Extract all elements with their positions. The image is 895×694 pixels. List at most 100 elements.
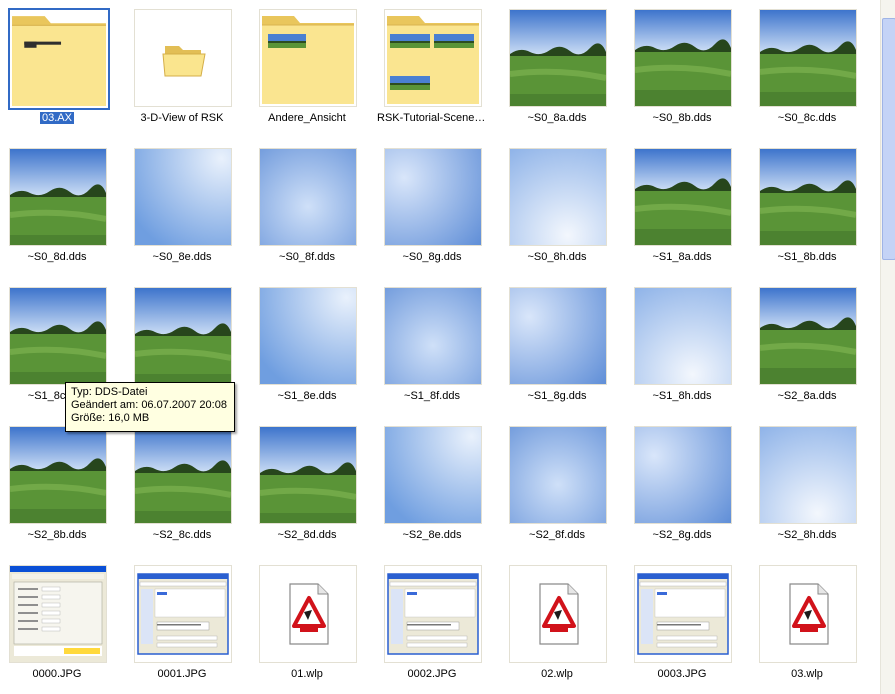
file-item[interactable]: ~S2_8h.dds: [752, 423, 862, 553]
file-item[interactable]: ~S0_8c.dds: [752, 6, 862, 136]
file-name-text: 0000.JPG: [32, 668, 82, 680]
wlp-file-icon: [759, 565, 857, 663]
image-thumbnail: [9, 148, 107, 246]
image-thumbnail: [509, 287, 607, 385]
image-thumbnail: [634, 287, 732, 385]
file-name-text: 03.wlp: [791, 668, 823, 680]
file-name-label: ~S2_8a.dds: [752, 390, 862, 403]
file-name-text: 02.wlp: [541, 668, 573, 680]
file-item[interactable]: ~S0_8f.dds: [252, 145, 362, 275]
file-view[interactable]: 03.AX 3-D-View of RSK Andere_Ansicht RSK…: [0, 0, 880, 694]
file-name-label: Andere_Ansicht: [252, 112, 362, 125]
image-thumbnail: [509, 148, 607, 246]
file-name-text: 0002.JPG: [407, 668, 457, 680]
file-item[interactable]: ~S2_8d.dds: [252, 423, 362, 553]
file-name-label: 03.wlp: [752, 668, 862, 681]
image-thumbnail: [634, 426, 732, 524]
file-name-text: ~S2_8d.dds: [277, 529, 337, 541]
file-item[interactable]: ~S1_8b.dds: [752, 145, 862, 275]
image-thumbnail: [259, 287, 357, 385]
file-item[interactable]: ~S2_8b.dds: [2, 423, 112, 553]
file-name-label: 02.wlp: [502, 668, 612, 681]
file-name-text: 03.AX: [40, 112, 74, 124]
file-item[interactable]: ~S1_8f.dds: [377, 284, 487, 414]
file-name-text: 0001.JPG: [157, 668, 207, 680]
file-item[interactable]: ~S0_8d.dds: [2, 145, 112, 275]
file-name-label: ~S1_8e.dds: [252, 390, 362, 403]
file-name-label: ~S1_8g.dds: [502, 390, 612, 403]
file-item[interactable]: 0001.JPG: [127, 562, 237, 692]
file-name-label: 01.wlp: [252, 668, 362, 681]
file-item[interactable]: 03.AX: [2, 6, 112, 136]
file-name-text: ~S1_8f.dds: [404, 390, 460, 402]
folder-icon: [259, 9, 357, 107]
vertical-scrollbar[interactable]: [880, 0, 895, 694]
file-item[interactable]: Andere_Ansicht: [252, 6, 362, 136]
file-item[interactable]: 0000.JPG: [2, 562, 112, 692]
file-item[interactable]: 3-D-View of RSK: [127, 6, 237, 136]
file-item[interactable]: ~S0_8e.dds: [127, 145, 237, 275]
image-thumbnail: [134, 426, 232, 524]
file-name-text: ~S2_8f.dds: [529, 529, 585, 541]
file-item[interactable]: ~S1_8a.dds: [627, 145, 737, 275]
file-item[interactable]: 01.wlp: [252, 562, 362, 692]
image-thumbnail: [9, 565, 107, 663]
image-thumbnail: [759, 426, 857, 524]
file-item[interactable]: 0003.JPG: [627, 562, 737, 692]
file-name-text: 3-D-View of RSK: [140, 112, 224, 124]
file-name-text: RSK-Tutorial-Scenery_...: [377, 112, 487, 124]
file-name-label: 0001.JPG: [127, 668, 237, 681]
file-name-text: ~S2_8g.dds: [652, 529, 712, 541]
file-name-text: ~S2_8b.dds: [27, 529, 87, 541]
image-thumbnail: [509, 9, 607, 107]
file-item[interactable]: ~S1_8e.dds: [252, 284, 362, 414]
file-name-label: 0000.JPG: [2, 668, 112, 681]
file-name-label: 03.AX: [2, 112, 112, 125]
image-thumbnail: [384, 565, 482, 663]
file-name-label: ~S1_8a.dds: [627, 251, 737, 264]
file-name-label: ~S2_8f.dds: [502, 529, 612, 542]
file-item[interactable]: ~S1_8h.dds: [627, 284, 737, 414]
file-item[interactable]: ~S2_8a.dds: [752, 284, 862, 414]
file-name-text: ~S0_8c.dds: [777, 112, 837, 124]
image-thumbnail: [759, 9, 857, 107]
file-item[interactable]: ~S2_8g.dds: [627, 423, 737, 553]
file-item[interactable]: ~S2_8f.dds: [502, 423, 612, 553]
file-name-text: ~S2_8h.dds: [777, 529, 837, 541]
image-thumbnail: [384, 287, 482, 385]
file-name-text: ~S0_8d.dds: [27, 251, 87, 263]
file-name-text: ~S0_8f.dds: [279, 251, 335, 263]
wlp-file-icon: [259, 565, 357, 663]
file-name-label: ~S0_8a.dds: [502, 112, 612, 125]
file-tooltip: Typ: DDS-Datei Geändert am: 06.07.2007 2…: [65, 382, 235, 432]
file-item[interactable]: ~S0_8a.dds: [502, 6, 612, 136]
file-name-label: ~S0_8b.dds: [627, 112, 737, 125]
file-item[interactable]: 03.wlp: [752, 562, 862, 692]
file-item[interactable]: ~S0_8g.dds: [377, 145, 487, 275]
file-item[interactable]: ~S0_8b.dds: [627, 6, 737, 136]
scrollbar-thumb[interactable]: [882, 18, 895, 260]
file-name-text: ~S1_8a.dds: [652, 251, 712, 263]
file-name-label: ~S1_8h.dds: [627, 390, 737, 403]
image-thumbnail: [9, 426, 107, 524]
file-item[interactable]: RSK-Tutorial-Scenery_...: [377, 6, 487, 136]
file-name-label: ~S0_8h.dds: [502, 251, 612, 264]
file-name-text: ~S1_8e.dds: [277, 390, 337, 402]
file-name-text: ~S2_8a.dds: [777, 390, 837, 402]
file-name-text: ~S0_8b.dds: [652, 112, 712, 124]
file-name-text: ~S0_8a.dds: [527, 112, 587, 124]
image-thumbnail: [259, 426, 357, 524]
file-item[interactable]: 02.wlp: [502, 562, 612, 692]
image-thumbnail: [134, 148, 232, 246]
image-thumbnail: [634, 565, 732, 663]
file-item[interactable]: ~S2_8e.dds: [377, 423, 487, 553]
file-item[interactable]: ~S0_8h.dds: [502, 145, 612, 275]
file-name-label: RSK-Tutorial-Scenery_...: [377, 112, 487, 125]
file-item[interactable]: ~S1_8g.dds: [502, 284, 612, 414]
file-item[interactable]: ~S2_8c.dds: [127, 423, 237, 553]
folder-icon: [8, 8, 110, 110]
file-name-text: ~S0_8g.dds: [402, 251, 462, 263]
file-item[interactable]: 0002.JPG: [377, 562, 487, 692]
image-thumbnail: [9, 287, 107, 385]
file-name-text: ~S2_8e.dds: [402, 529, 462, 541]
